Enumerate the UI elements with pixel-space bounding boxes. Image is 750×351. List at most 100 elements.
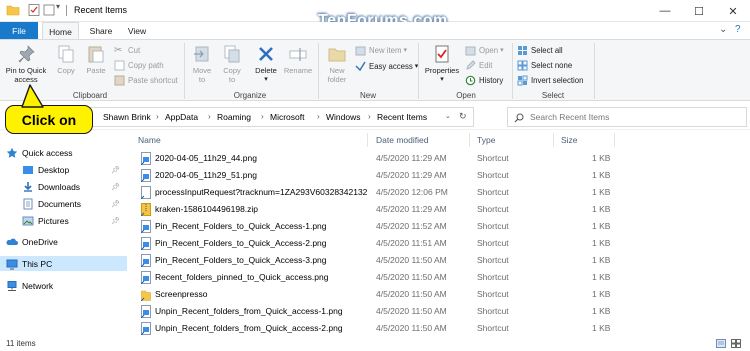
paste-shortcut-button[interactable]: Paste shortcut — [114, 73, 178, 87]
ribbon-collapse-icon[interactable]: ⌄ — [719, 24, 727, 35]
select-all-button[interactable]: Select all — [517, 43, 563, 57]
table-row[interactable]: Pin_Recent_Folders_to_Quick_Access-2.png… — [137, 236, 615, 251]
breadcrumb-windows[interactable]: Windows — [326, 112, 360, 122]
help-icon[interactable]: ? — [735, 24, 741, 35]
file-name: processInputRequest?tracknum=1ZA293V6032… — [155, 187, 368, 197]
properties-button[interactable]: Properties ▾ — [422, 42, 462, 84]
customize-qat-icon[interactable]: ▾ — [56, 2, 70, 16]
table-row[interactable]: 2020-04-05_11h29_51.png 4/5/2020 11:29 AM… — [137, 168, 615, 183]
column-header-type[interactable]: Type — [477, 135, 495, 145]
copy-path-button[interactable]: Copy path — [114, 58, 164, 72]
table-row[interactable]: 2020-04-05_11h29_44.png 4/5/2020 11:29 AM… — [137, 151, 615, 166]
address-dropdown-icon[interactable]: ⌄ — [445, 112, 451, 120]
file-date-modified: 4/5/2020 11:52 AM — [376, 221, 447, 231]
breadcrumb-chevron-icon[interactable]: › — [317, 112, 320, 121]
copy-button[interactable]: Copy — [53, 42, 79, 75]
file-name: Unpin_Recent_folders_from_Quick_access-1… — [155, 306, 343, 316]
search-box[interactable]: Search Recent Items — [507, 107, 747, 127]
star-icon — [6, 147, 18, 158]
nav-item-quick-access[interactable]: Quick access — [6, 145, 126, 160]
ribbon-tab-row: File Home Share View ⌄ ? — [0, 22, 750, 40]
new-item-button[interactable]: New item ▾ — [355, 43, 407, 57]
easy-access-button[interactable]: Easy access ▾ — [355, 59, 418, 73]
nav-item-this-pc[interactable]: This PC — [0, 256, 127, 271]
file-size: 1 KB — [592, 187, 611, 197]
large-icons-view-icon[interactable] — [731, 339, 741, 348]
properties-qat-icon[interactable] — [27, 3, 41, 17]
easy-access-label: Easy access — [369, 61, 413, 71]
breadcrumb-chevron-icon[interactable]: › — [208, 112, 211, 121]
file-date-modified: 4/5/2020 11:50 AM — [376, 255, 447, 265]
column-separator[interactable] — [469, 133, 470, 147]
paste-button[interactable]: Paste — [82, 42, 110, 75]
new-folder-button[interactable]: New folder — [322, 42, 352, 84]
column-separator[interactable] — [553, 133, 554, 147]
table-row[interactable]: processInputRequest?tracknum=1ZA293V6032… — [137, 185, 615, 200]
table-row[interactable]: Unpin_Recent_folders_from_Quick_access-2… — [137, 321, 615, 336]
address-bar[interactable]: Shawn Brink › AppData › Roaming › Micros… — [78, 107, 474, 127]
file-type: Shortcut — [477, 323, 509, 333]
select-none-button[interactable]: Select none — [517, 58, 572, 72]
breadcrumb-chevron-icon[interactable]: › — [156, 112, 159, 121]
new-folder-qat-icon[interactable] — [42, 3, 56, 17]
table-row[interactable]: Screenpresso 4/5/2020 11:50 AM Shortcut 1 K… — [137, 287, 615, 302]
breadcrumb-roaming[interactable]: Roaming — [217, 112, 251, 122]
nav-item-pictures[interactable]: Pictures 📌︎ — [22, 213, 126, 228]
folder-icon — [6, 5, 20, 16]
nav-network-label: Network — [22, 280, 54, 291]
rename-button[interactable]: Rename — [282, 42, 314, 75]
close-button[interactable]: ✕ — [716, 0, 750, 22]
breadcrumb-appdata[interactable]: AppData — [165, 112, 198, 122]
paste-label: Paste — [86, 66, 106, 75]
cut-button[interactable]: ✂ Cut — [114, 43, 140, 57]
pin-to-quick-access-button[interactable]: Pin to Quick access — [2, 42, 50, 84]
png-shortcut-icon — [141, 305, 151, 318]
column-header-name[interactable]: Name — [138, 135, 161, 145]
table-row[interactable]: Pin_Recent_Folders_to_Quick_Access-3.png… — [137, 253, 615, 268]
table-row[interactable]: kraken-1586104496198.zip 4/5/2020 11:29 A… — [137, 202, 615, 217]
tab-view[interactable]: View — [122, 22, 152, 39]
open-button[interactable]: Open ▾ — [465, 43, 504, 57]
breadcrumb-recent-items[interactable]: Recent Items — [377, 112, 427, 122]
details-view-icon[interactable] — [716, 339, 726, 348]
navigation-pane: Quick access Desktop 📌︎ Downloads 📌︎ Doc… — [0, 131, 128, 336]
delete-button[interactable]: Delete ▾ — [251, 42, 281, 84]
pictures-icon — [22, 216, 34, 225]
column-header-size[interactable]: Size — [561, 135, 578, 145]
tab-file[interactable]: File — [0, 22, 38, 39]
nav-onedrive-label: OneDrive — [22, 236, 58, 247]
maximize-button[interactable]: ☐ — [682, 0, 716, 22]
refresh-icon[interactable]: ↻ — [459, 111, 467, 122]
file-name: Recent_folders_pinned_to_Quick_access.pn… — [155, 272, 329, 282]
history-button[interactable]: History — [465, 73, 503, 87]
breadcrumb-chevron-icon[interactable]: › — [261, 112, 264, 121]
edit-button[interactable]: Edit — [465, 58, 492, 72]
copy-to-button[interactable]: Copy to — [218, 42, 246, 84]
invert-selection-icon — [517, 75, 528, 85]
nav-item-onedrive[interactable]: OneDrive — [6, 234, 126, 249]
nav-item-downloads[interactable]: Downloads 📌︎ — [22, 179, 126, 194]
tab-home[interactable]: Home — [42, 22, 79, 40]
column-separator[interactable] — [614, 133, 615, 147]
ribbon: Pin to Quick access Copy Paste ✂ Cut Cop… — [0, 39, 750, 101]
tab-share[interactable]: Share — [84, 22, 118, 39]
table-row[interactable]: Unpin_Recent_folders_from_Quick_access-1… — [137, 304, 615, 319]
table-row[interactable]: Recent_folders_pinned_to_Quick_access.pn… — [137, 270, 615, 285]
minimize-button[interactable]: — — [648, 0, 682, 22]
file-list: Name Date modified Type Size 2020-04-05_… — [128, 131, 750, 336]
invert-selection-button[interactable]: Invert selection — [517, 73, 583, 87]
breadcrumb-microsoft[interactable]: Microsoft — [270, 112, 304, 122]
rename-icon — [289, 48, 307, 61]
breadcrumb-shawn-brink[interactable]: Shawn Brink — [103, 112, 151, 122]
column-header-date-modified[interactable]: Date modified — [376, 135, 428, 145]
table-row[interactable]: Pin_Recent_Folders_to_Quick_Access-1.png… — [137, 219, 615, 234]
nav-item-network[interactable]: Network — [6, 278, 126, 293]
nav-item-desktop[interactable]: Desktop 📌︎ — [22, 162, 126, 177]
move-to-button[interactable]: Move to — [188, 42, 216, 84]
column-separator[interactable] — [367, 133, 368, 147]
breadcrumb-chevron-icon[interactable]: › — [368, 112, 371, 121]
nav-item-documents[interactable]: Documents 📌︎ — [22, 196, 126, 211]
file-name: kraken-1586104496198.zip — [155, 204, 259, 214]
nav-this-pc-label: This PC — [22, 258, 53, 269]
file-size: 1 KB — [592, 170, 611, 180]
